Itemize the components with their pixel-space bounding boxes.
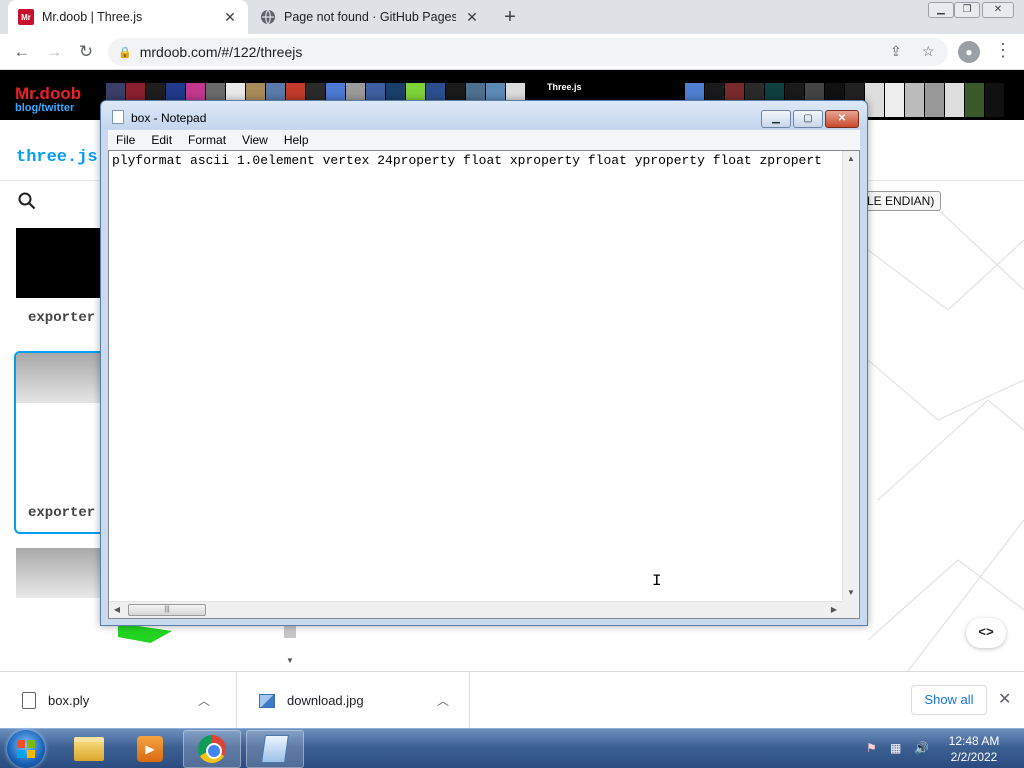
scroll-thumb[interactable]: |||: [128, 604, 206, 616]
bookmark-star-icon[interactable]: ☆: [922, 43, 935, 60]
download-item-box-ply[interactable]: box.ply ︿: [0, 672, 237, 729]
download-filename: box.ply: [48, 693, 90, 708]
browser-toolbar: ← → ↻ 🔒 mrdoob.com/#/122/threejs ⇪ ☆ ● ⋮: [0, 34, 1024, 70]
reload-icon[interactable]: ↻: [74, 40, 98, 64]
blog-twitter-link[interactable]: blog/twitter: [15, 102, 74, 114]
tab-github-pages[interactable]: Page not found · GitHub Pages ✕: [250, 0, 490, 34]
chrome-icon: [198, 735, 226, 763]
url-text: mrdoob.com/#/122/threejs: [139, 44, 303, 60]
start-button[interactable]: [7, 730, 45, 768]
close-icon[interactable]: ✕: [825, 110, 859, 128]
notepad-icon: [261, 735, 289, 763]
resize-grip[interactable]: [842, 601, 859, 618]
chevron-up-icon[interactable]: ︿: [437, 692, 449, 709]
image-icon: [259, 693, 275, 708]
restore-window-icon[interactable]: ❐: [954, 2, 980, 18]
close-tab-icon[interactable]: ✕: [222, 9, 238, 26]
download-filename: download.jpg: [287, 693, 364, 708]
search-icon[interactable]: [18, 192, 36, 215]
globe-icon: [260, 9, 276, 25]
address-bar[interactable]: 🔒 mrdoob.com/#/122/threejs ⇪ ☆: [108, 38, 948, 66]
notepad-title: box - Notepad: [131, 111, 207, 125]
taskbar-chrome[interactable]: [183, 730, 241, 768]
notepad-window: box - Notepad ▁ ▢ ✕ File Edit Format Vie…: [100, 100, 868, 626]
banner-title[interactable]: Three.js: [547, 82, 582, 92]
scroll-right-icon[interactable]: ▶: [826, 602, 842, 618]
list-scrollbar[interactable]: ▼: [283, 626, 297, 666]
threejs-title[interactable]: three.js: [16, 148, 98, 167]
notepad-titlebar[interactable]: box - Notepad ▁ ▢ ✕: [101, 101, 867, 129]
menu-format[interactable]: Format: [180, 133, 234, 147]
close-shelf-icon[interactable]: ✕: [998, 689, 1011, 709]
taskbar-media-player[interactable]: ▶: [121, 730, 179, 768]
menu-edit[interactable]: Edit: [143, 133, 180, 147]
clock-time: 12:48 AM: [948, 734, 1000, 748]
more-menu-icon[interactable]: ⋮: [994, 40, 1012, 61]
download-shelf: box.ply ︿ download.jpg ︿ Show all ✕: [0, 671, 1024, 729]
file-icon: [22, 692, 36, 709]
menu-help[interactable]: Help: [276, 133, 317, 147]
taskbar-explorer[interactable]: [60, 730, 118, 768]
scroll-left-icon[interactable]: ◀: [109, 602, 125, 618]
tab-title: Mr.doob | Three.js: [42, 10, 143, 24]
show-all-button[interactable]: Show all: [911, 685, 987, 715]
endian-export-button[interactable]: LE ENDIAN): [860, 191, 942, 211]
chevron-up-icon[interactable]: ︿: [198, 692, 210, 709]
menu-view[interactable]: View: [234, 133, 276, 147]
forward-icon[interactable]: →: [42, 40, 66, 64]
notepad-content[interactable]: plyformat ascii 1.0element vertex 24prop…: [112, 153, 840, 168]
view-source-button[interactable]: <>: [966, 618, 1006, 648]
download-item-download-jpg[interactable]: download.jpg ︿: [237, 672, 470, 729]
horizontal-scrollbar[interactable]: ◀ ||| ▶: [109, 601, 842, 618]
menu-file[interactable]: File: [108, 133, 143, 147]
windows-logo-icon: [17, 740, 35, 758]
mrdoob-logo[interactable]: Mr.doob: [15, 84, 81, 104]
minimize-window-icon[interactable]: ▁: [928, 2, 954, 18]
tab-title: Page not found · GitHub Pages: [284, 10, 456, 24]
scroll-down-icon[interactable]: ▼: [843, 585, 859, 601]
vertical-scrollbar[interactable]: ▲ ▼: [842, 151, 859, 601]
notepad-text-area[interactable]: plyformat ascii 1.0element vertex 24prop…: [108, 150, 860, 619]
background-grid: [868, 199, 1024, 671]
windows-taskbar: ▶ ⚑ ▦ 🔊 12:48 AM 2/2/2022: [0, 728, 1024, 768]
text-cursor-icon: I: [652, 572, 662, 590]
maximize-icon[interactable]: ▢: [793, 110, 823, 128]
scroll-up-icon[interactable]: ▲: [843, 151, 859, 167]
lock-icon: 🔒: [118, 46, 132, 59]
notepad-icon: [112, 110, 124, 124]
taskbar-notepad[interactable]: [246, 730, 304, 768]
folder-icon: [74, 737, 104, 761]
mrdoob-favicon-icon: Mr: [18, 9, 34, 25]
example-label[interactable]: exporter: [28, 310, 95, 326]
media-player-icon: ▶: [137, 736, 163, 762]
new-tab-button[interactable]: +: [500, 6, 520, 28]
network-icon[interactable]: ▦: [890, 741, 901, 755]
volume-icon[interactable]: 🔊: [914, 741, 929, 755]
share-icon[interactable]: ⇪: [890, 43, 902, 60]
close-tab-icon[interactable]: ✕: [464, 9, 480, 26]
back-icon[interactable]: ←: [10, 40, 34, 64]
tab-strip: Mr Mr.doob | Three.js ✕ Page not found ·…: [0, 0, 1024, 34]
system-clock[interactable]: 12:48 AM 2/2/2022: [944, 733, 1004, 765]
close-window-icon[interactable]: ✕: [982, 2, 1014, 18]
example-label[interactable]: exporter: [28, 505, 95, 521]
notepad-menubar: File Edit Format View Help: [108, 130, 860, 150]
tab-mrdoob[interactable]: Mr Mr.doob | Three.js ✕: [8, 0, 248, 34]
scroll-down-arrow-icon[interactable]: ▼: [283, 656, 297, 665]
minimize-icon[interactable]: ▁: [761, 110, 791, 128]
green-3d-mesh: [118, 623, 172, 643]
network-error-icon[interactable]: ⚑: [866, 741, 877, 755]
profile-avatar-icon[interactable]: ●: [958, 41, 980, 63]
clock-date: 2/2/2022: [950, 750, 998, 764]
